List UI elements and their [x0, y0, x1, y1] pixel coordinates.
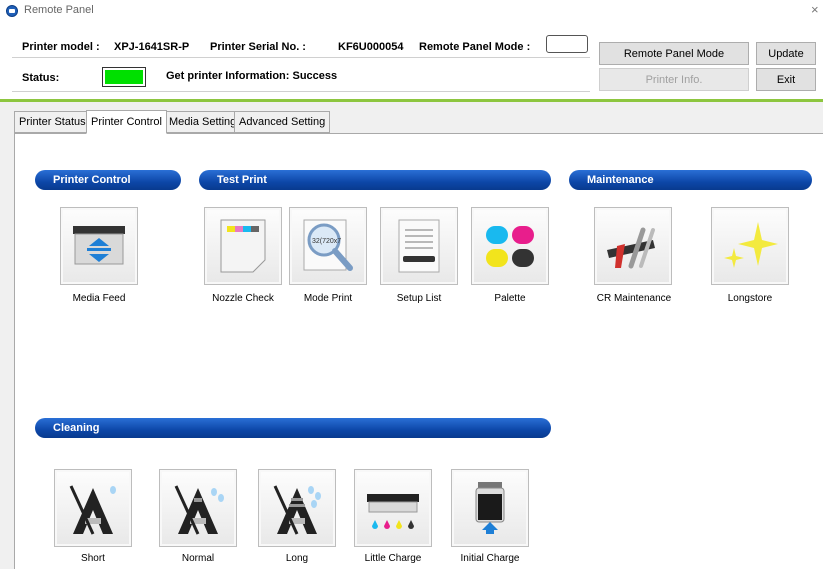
cleaning-long-icon: [273, 485, 321, 535]
section-cleaning: Cleaning: [35, 418, 551, 438]
serial-value: KF6U000054: [338, 41, 404, 53]
svg-text:32(720x7: 32(720x7: [312, 238, 341, 245]
nozzle-check-button[interactable]: [204, 207, 282, 285]
cr-maintenance-button[interactable]: [594, 207, 672, 285]
little-charge-button[interactable]: [354, 469, 432, 547]
tab-advanced-setting[interactable]: Advanced Setting: [234, 111, 331, 133]
cr-maintenance-icon: [607, 227, 655, 269]
cleaning-normal-icon: [174, 485, 224, 535]
palette-button[interactable]: [471, 207, 549, 285]
little-charge-label: Little Charge: [364, 553, 422, 564]
update-button[interactable]: Update: [756, 42, 816, 65]
cleaning-short-label: Short: [81, 553, 105, 564]
panel-mode-field: [546, 35, 588, 53]
media-feed-icon: [73, 226, 125, 265]
status-message: Get printer Information: Success: [166, 70, 338, 82]
nozzle-check-icon: [220, 219, 266, 273]
divider: [12, 91, 590, 92]
panel-mode-label: Remote Panel Mode :: [419, 41, 531, 53]
longstore-label: Longstore: [727, 293, 773, 304]
header-divider: [0, 99, 823, 102]
printer-model-value: XPJ-1641SR-P: [114, 41, 190, 53]
palette-label: Palette: [494, 293, 526, 304]
serial-label: Printer Serial No. :: [210, 41, 306, 53]
cleaning-short-icon: [69, 485, 116, 535]
mode-print-button[interactable]: 32(720x7: [289, 207, 367, 285]
app-icon: [6, 5, 18, 17]
cleaning-long-button[interactable]: [258, 469, 336, 547]
tab-printer-status[interactable]: Printer Status: [14, 111, 91, 133]
window-title: Remote Panel: [24, 4, 94, 16]
palette-icon: [486, 226, 534, 267]
close-icon[interactable]: ×: [811, 2, 819, 17]
setup-list-label: Setup List: [396, 293, 442, 304]
section-test-print: Test Print: [199, 170, 551, 190]
little-charge-icon: [367, 494, 419, 529]
title-bar: Remote Panel ×: [0, 0, 823, 22]
mode-print-label: Mode Print: [303, 293, 353, 304]
cleaning-normal-label: Normal: [181, 553, 215, 564]
longstore-icon: [724, 222, 778, 268]
initial-charge-button[interactable]: [451, 469, 529, 547]
setup-list-button[interactable]: [380, 207, 458, 285]
section-maintenance: Maintenance: [569, 170, 812, 190]
cleaning-normal-button[interactable]: [159, 469, 237, 547]
media-feed-label: Media Feed: [72, 293, 126, 304]
mode-print-icon: 32(720x7: [303, 219, 353, 271]
cr-maintenance-label: CR Maintenance: [596, 293, 672, 304]
longstore-button[interactable]: [711, 207, 789, 285]
printer-info-button[interactable]: Printer Info.: [599, 68, 749, 91]
exit-button[interactable]: Exit: [756, 68, 816, 91]
printer-model-label: Printer model :: [22, 41, 100, 53]
status-label: Status:: [22, 72, 60, 84]
initial-charge-label: Initial Charge: [460, 553, 520, 564]
tab-printer-control[interactable]: Printer Control: [86, 110, 167, 134]
cleaning-short-button[interactable]: [54, 469, 132, 547]
status-indicator: [102, 67, 146, 87]
setup-list-icon: [398, 219, 440, 273]
tab-media-setting[interactable]: Media Setting: [164, 111, 242, 133]
section-printer-control: Printer Control: [35, 170, 181, 190]
cleaning-long-label: Long: [285, 553, 309, 564]
divider: [12, 57, 590, 58]
initial-charge-icon: [475, 482, 505, 534]
media-feed-button[interactable]: [60, 207, 138, 285]
remote-panel-mode-button[interactable]: Remote Panel Mode: [599, 42, 749, 65]
